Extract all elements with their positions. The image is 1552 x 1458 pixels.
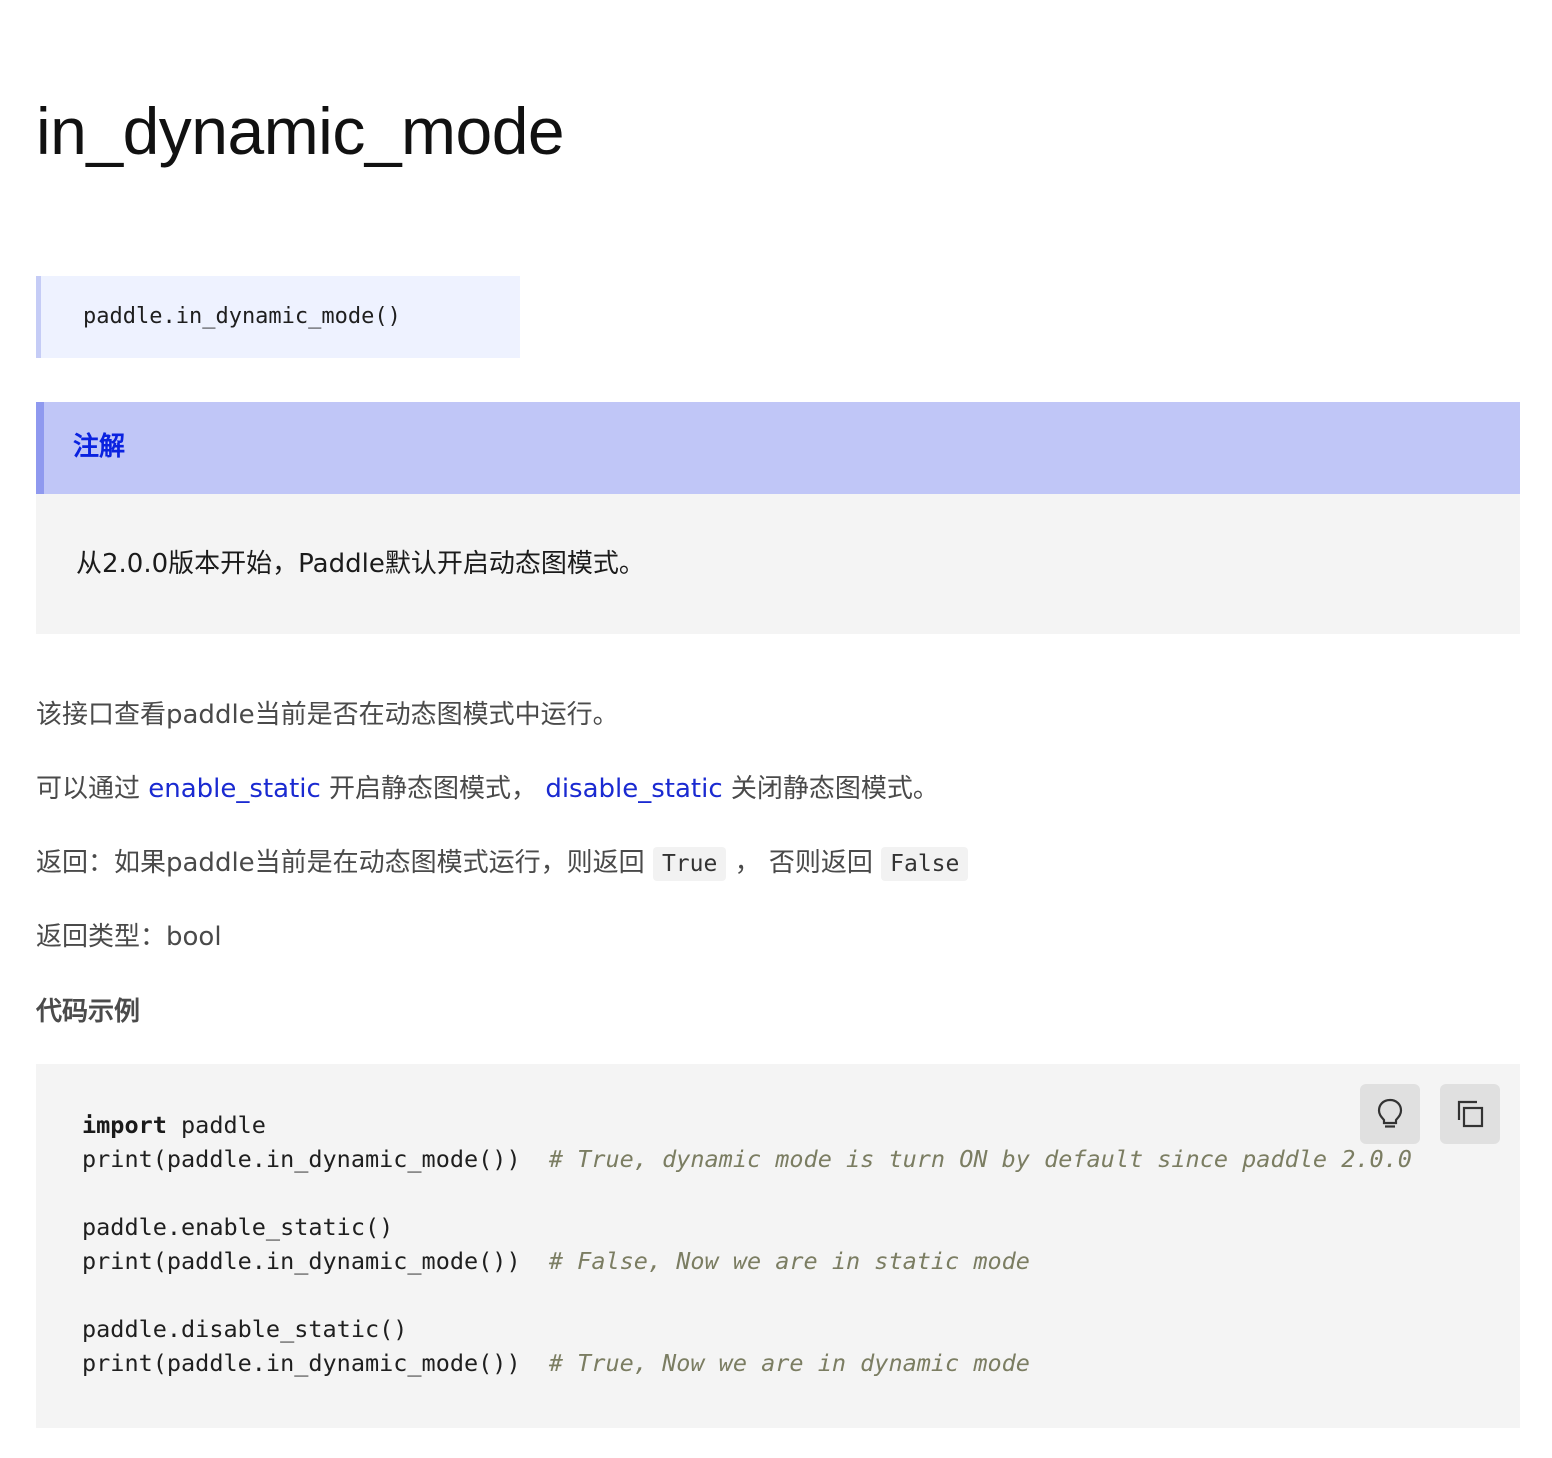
returns-prefix: 返回：如果paddle当前是在动态图模式运行，则返回 xyxy=(36,848,653,878)
note-heading: 注解 xyxy=(73,432,126,462)
code-line-6: print(paddle.in_dynamic_mode()) xyxy=(82,1349,549,1377)
hint-button[interactable] xyxy=(1360,1084,1420,1144)
code-line-3: paddle.enable_static() xyxy=(82,1213,394,1241)
page-title: in_dynamic_mode xyxy=(36,94,565,168)
code-content: import paddle print(paddle.in_dynamic_mo… xyxy=(82,1108,1412,1380)
example-heading: 代码示例 xyxy=(36,997,141,1027)
api-signature: paddle.in_dynamic_mode() xyxy=(83,304,401,329)
api-signature-box: paddle.in_dynamic_mode() xyxy=(36,276,520,358)
code-example-block: import paddle print(paddle.in_dynamic_mo… xyxy=(36,1064,1520,1428)
copy-icon xyxy=(1457,1100,1484,1128)
code-keyword: import xyxy=(82,1111,167,1139)
true-inline-code: True xyxy=(652,846,727,881)
disable-static-link[interactable]: disable_static xyxy=(545,774,722,804)
note-header: 注解 xyxy=(36,402,1520,494)
toggle-middle: 开启静态图模式， xyxy=(320,774,546,804)
returns-middle: ， 否则返回 xyxy=(726,848,882,878)
toggle-prefix: 可以通过 xyxy=(36,774,149,804)
note-admonition: 注解 从2.0.0版本开始，Paddle默认开启动态图模式。 xyxy=(36,402,1520,634)
code-line-5: paddle.disable_static() xyxy=(82,1315,408,1343)
returns-paragraph: 返回：如果paddle当前是在动态图模式运行，则返回 True ， 否则返回 F… xyxy=(36,845,969,881)
lightbulb-icon xyxy=(1377,1098,1403,1128)
description-text: 该接口查看paddle当前是否在动态图模式中运行。 xyxy=(36,700,619,730)
code-line-1: paddle xyxy=(166,1111,266,1139)
code-line-4: print(paddle.in_dynamic_mode()) xyxy=(82,1247,549,1275)
toggle-mode-paragraph: 可以通过 enable_static 开启静态图模式， disable_stat… xyxy=(36,771,939,807)
code-comment-4: # False, Now we are in static mode xyxy=(548,1247,1030,1275)
enable-static-link[interactable]: enable_static xyxy=(148,774,321,804)
note-body: 从2.0.0版本开始，Paddle默认开启动态图模式。 xyxy=(76,549,645,579)
code-line-2: print(paddle.in_dynamic_mode()) xyxy=(82,1145,549,1173)
copy-button[interactable] xyxy=(1440,1084,1500,1144)
code-comment-2: # True, dynamic mode is turn ON by defau… xyxy=(548,1145,1412,1173)
toggle-suffix: 关闭静态图模式。 xyxy=(722,774,939,804)
code-comment-6: # True, Now we are in dynamic mode xyxy=(548,1349,1030,1377)
false-inline-code: False xyxy=(881,846,969,881)
return-type-text: 返回类型：bool xyxy=(36,922,222,952)
